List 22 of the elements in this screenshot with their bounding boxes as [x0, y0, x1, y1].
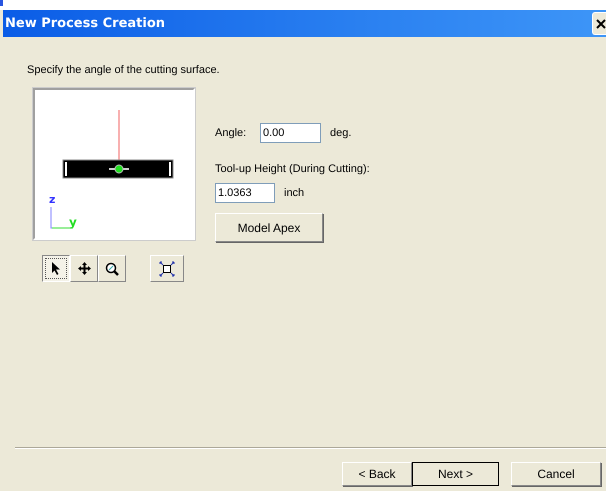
window-title: New Process Creation: [4, 16, 166, 31]
next-button[interactable]: Next >: [412, 462, 499, 486]
angle-unit: deg.: [330, 127, 352, 139]
close-button[interactable]: [592, 12, 606, 35]
magnifier-icon: [105, 262, 119, 276]
arrow-pointer-icon: [51, 262, 61, 275]
move-icon: [78, 262, 90, 275]
select-tool-button[interactable]: [42, 255, 70, 282]
angle-label: Angle:: [215, 127, 248, 139]
cancel-button[interactable]: Cancel: [511, 462, 601, 486]
height-input[interactable]: 1.0363: [215, 183, 275, 203]
tool-up-height-label: Tool-up Height (During Cutting):: [215, 163, 370, 175]
instruction-text: Specify the angle of the cutting surface.: [27, 64, 221, 76]
fit-tool-button[interactable]: [150, 255, 184, 282]
pan-tool-button[interactable]: [70, 255, 98, 282]
model-apex-button[interactable]: Model Apex: [215, 213, 323, 242]
fit-view-icon: [159, 260, 175, 276]
angle-input[interactable]: 0.00: [260, 123, 321, 143]
height-unit: inch: [284, 187, 304, 199]
zoom-tool-button[interactable]: [98, 255, 126, 282]
close-icon: [596, 18, 606, 28]
back-button[interactable]: < Back: [342, 462, 412, 486]
